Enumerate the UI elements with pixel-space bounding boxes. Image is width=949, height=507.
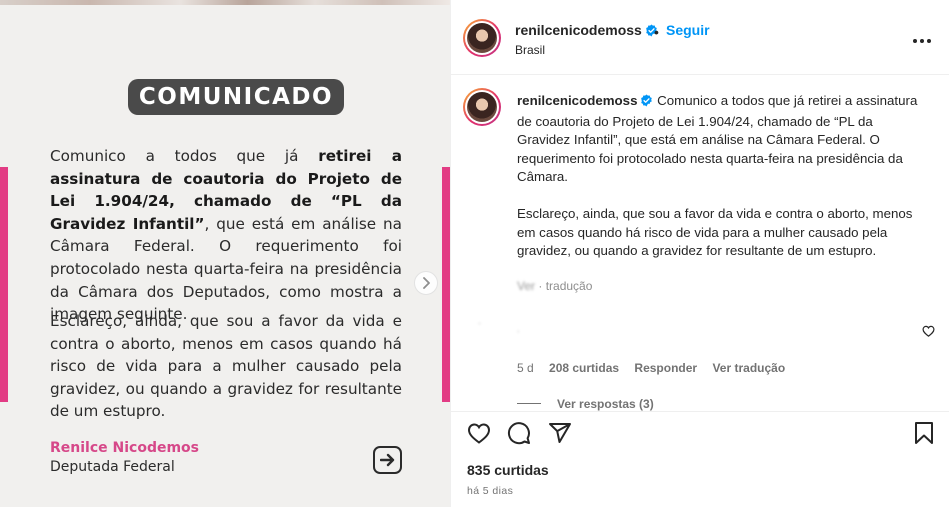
comment-avatar-placeholder: · — [478, 318, 481, 328]
author-avatar[interactable] — [463, 19, 501, 57]
post-location[interactable]: Brasil — [515, 43, 545, 57]
bookmark-icon[interactable] — [913, 421, 935, 450]
replies-line — [517, 403, 541, 404]
signature-name: Renilce Nicodemos — [50, 440, 199, 456]
comment-likes[interactable]: 208 curtidas — [549, 361, 619, 375]
comment-icon[interactable] — [507, 421, 531, 450]
translation-prefix: Ver — [517, 279, 536, 293]
comment-text-placeholder: . — [517, 324, 520, 334]
heart-icon[interactable] — [467, 422, 491, 449]
separator-dot: • — [654, 24, 659, 40]
caption-author-avatar[interactable] — [463, 88, 501, 126]
author-username: renilcenicodemoss — [515, 22, 642, 38]
more-options-icon[interactable] — [912, 31, 932, 49]
caption-paragraph-1: renilcenicodemoss Comunico a todos que j… — [517, 92, 919, 187]
previous-image-strip — [0, 0, 450, 5]
comment-meta: 5 d 208 curtidas Responder Ver tradução — [517, 361, 797, 375]
post-paragraph-2: Esclareço, ainda, que sou a favor da vid… — [50, 312, 402, 421]
translation-label: tradução — [545, 279, 593, 293]
pink-accent-bar-left — [0, 167, 8, 402]
comment-like-icon[interactable] — [922, 324, 935, 342]
next-arrow-icon — [423, 277, 430, 289]
caption-username[interactable]: renilcenicodemoss — [517, 93, 637, 108]
caption-paragraph-2: Esclareço, ainda, que sou a favor da vid… — [517, 206, 913, 258]
verified-icon — [640, 94, 653, 113]
reply-button[interactable]: Responder — [634, 361, 697, 375]
post-likes-count[interactable]: 835 curtidas — [467, 462, 549, 478]
post-media: COMUNICADO Comunico a todos que já retir… — [0, 0, 450, 507]
view-replies-button[interactable]: Ver respostas (3) — [517, 397, 654, 411]
post-paragraph-1: Comunico a todos que já retirei a assina… — [50, 145, 402, 326]
view-replies-label: Ver respostas (3) — [557, 397, 654, 411]
post-caption: renilcenicodemoss Comunico a todos que j… — [517, 92, 919, 279]
comment-time: 5 d — [517, 361, 534, 375]
author-username-link[interactable]: renilcenicodemoss — [515, 22, 658, 40]
follow-button[interactable]: Seguir — [666, 22, 710, 38]
comment-translate-link[interactable]: Ver tradução — [712, 361, 785, 375]
pink-accent-bar-right — [442, 167, 450, 402]
comunicado-badge: COMUNICADO — [128, 79, 344, 115]
post-paragraph-1-part-1: Comunico a todos que já — [50, 147, 319, 165]
arrow-right-box-icon — [373, 446, 402, 474]
post-time-ago[interactable]: há 5 dias — [467, 485, 513, 497]
share-icon[interactable] — [548, 421, 572, 450]
see-translation-link[interactable]: Ver · tradução — [517, 279, 592, 293]
next-image-button[interactable] — [414, 271, 438, 295]
signature-role: Deputada Federal — [50, 459, 175, 475]
